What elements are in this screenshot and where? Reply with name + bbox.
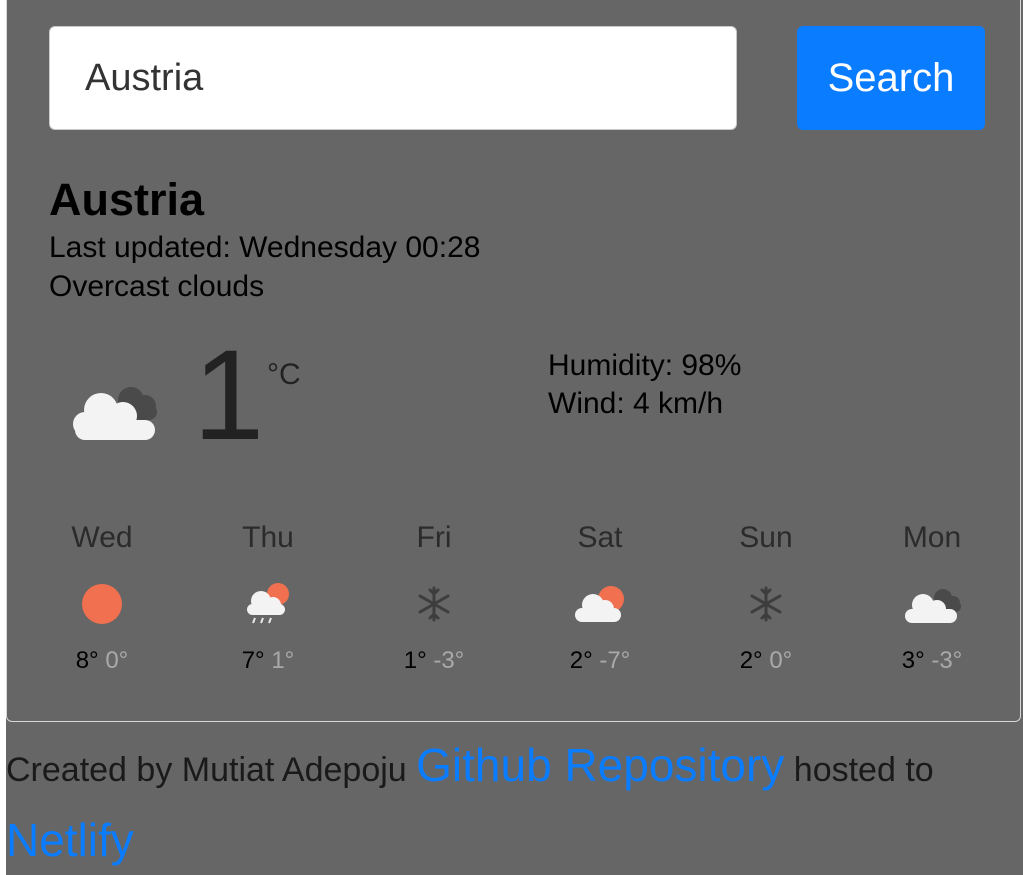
forecast-day-name: Wed — [71, 521, 133, 554]
search-input[interactable] — [49, 26, 737, 130]
netlify-link[interactable]: Netlify — [6, 814, 134, 866]
forecast-day: Fri 1° -3° — [351, 518, 517, 676]
overcast-cloud-icon — [73, 387, 157, 440]
footer-hosted-text: hosted to — [793, 751, 934, 789]
page: Search Austria Last updated: Wednesday 0… — [6, 0, 1023, 875]
forecast-day: Mon 3° -3° — [849, 518, 1015, 676]
current-temperature: 1 — [193, 324, 265, 467]
forecast-max: 2° — [739, 647, 763, 674]
forecast-temperatures: 7° 1° — [242, 646, 295, 676]
footer-credit: Created by Mutiat Adepoju — [6, 751, 407, 789]
temperature-unit[interactable]: °C — [267, 358, 301, 392]
forecast-day: Wed 8° 0° — [19, 518, 185, 676]
forecast-min: -3° — [931, 647, 963, 674]
forecast-day-name: Sun — [739, 521, 793, 554]
forecast-day-name: Thu — [242, 521, 294, 554]
forecast-max: 1° — [403, 647, 427, 674]
forecast-list: Wed 8° 0° Thu 7° 1° Fri 1° -3° Sat 2° -7… — [19, 518, 1015, 676]
rain-cloud-sun-icon — [247, 583, 289, 624]
footer: Created by Mutiat Adepoju Github Reposit… — [6, 730, 1011, 875]
snowflake-icon — [750, 586, 782, 622]
forecast-temperatures: 8° 0° — [76, 646, 129, 676]
forecast-day-name: Fri — [416, 521, 452, 554]
weather-description: Overcast clouds — [49, 270, 265, 303]
wind-value: Wind: 4 km/h — [548, 387, 724, 420]
city-name: Austria — [49, 174, 205, 225]
sun-icon — [82, 584, 122, 624]
forecast-max: 7° — [241, 647, 265, 674]
forecast-temperatures: 2° -7° — [570, 646, 631, 676]
forecast-temperatures: 3° -3° — [902, 646, 963, 676]
forecast-min: -3° — [433, 647, 465, 674]
weather-stats: Humidity: 98% Wind: 4 km/h — [548, 347, 741, 423]
forecast-temperatures: 2° 0° — [740, 646, 793, 676]
forecast-day: Sat 2° -7° — [517, 518, 683, 676]
last-updated: Last updated: Wednesday 00:28 — [49, 231, 481, 264]
cloud-sun-icon — [575, 586, 624, 622]
forecast-max: 3° — [901, 647, 925, 674]
github-repository-link[interactable]: Github Repository — [416, 739, 784, 791]
snowflake-icon — [418, 586, 450, 622]
overcast-cloud-icon — [905, 589, 961, 623]
humidity-value: Humidity: 98% — [548, 349, 742, 382]
forecast-min: 0° — [769, 647, 793, 674]
forecast-temperatures: 1° -3° — [404, 646, 465, 676]
forecast-day-name: Sat — [577, 521, 623, 554]
forecast-min: 0° — [105, 647, 129, 674]
forecast-day: Sun 2° 0° — [683, 518, 849, 676]
forecast-max: 8° — [75, 647, 99, 674]
search-button[interactable]: Search — [797, 26, 985, 130]
forecast-day-name: Mon — [902, 521, 962, 554]
forecast-min: 1° — [271, 647, 295, 674]
forecast-max: 2° — [569, 647, 593, 674]
forecast-min: -7° — [599, 647, 631, 674]
forecast-day: Thu 7° 1° — [185, 518, 351, 676]
weather-card: Search Austria Last updated: Wednesday 0… — [6, 0, 1021, 722]
